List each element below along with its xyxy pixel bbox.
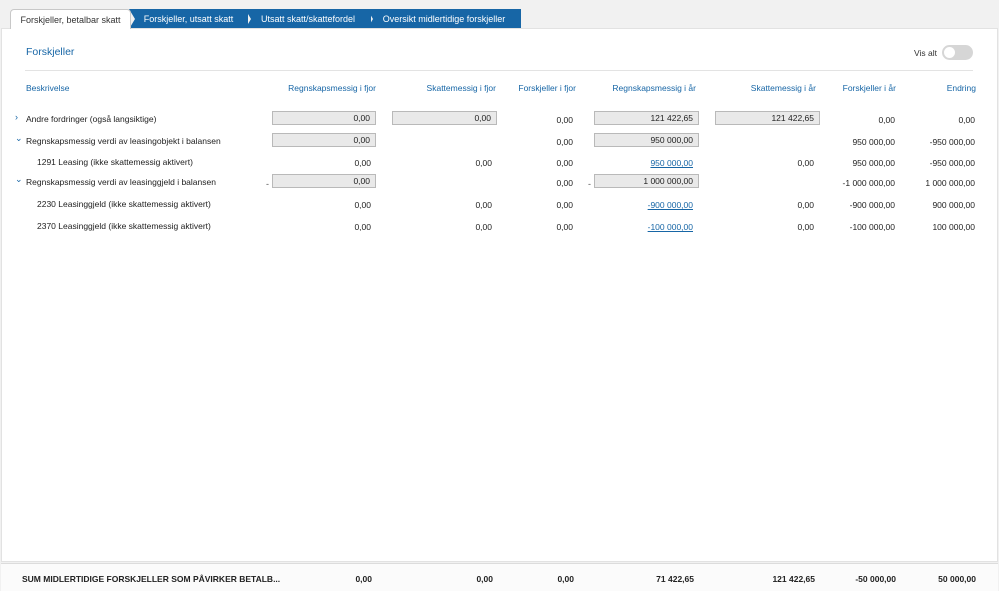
tab-bar: Forskjeller, betalbar skatt Forskjeller,… (0, 0, 999, 29)
value-endring: -950 000,00 (929, 158, 975, 168)
input-regnskapsmessig-aar[interactable]: 121 422,65 (594, 111, 699, 125)
col-header-endring[interactable]: Endring (896, 83, 976, 93)
sum-skattemessig-aar: 121 422,65 (772, 574, 815, 584)
value-skattemessig-aar: 0,00 (797, 158, 814, 168)
value-forskjeller-aar: 0,00 (878, 115, 895, 125)
value-regnskapsmessig-fjor: 0,00 (354, 200, 371, 210)
value-forskjeller-aar: 950 000,00 (852, 158, 895, 168)
row-description: 2370 Leasinggjeld (ikke skattemessig akt… (37, 221, 211, 231)
sum-forskjeller-aar: -50 000,00 (855, 574, 896, 584)
col-header-regnskapsmessig-fjor[interactable]: Regnskapsmessig i fjor (256, 83, 376, 93)
value-forskjeller-fjor: 0,00 (556, 222, 573, 232)
link-regnskapsmessig-aar[interactable]: 950 000,00 (650, 158, 693, 168)
value-skattemessig-fjor: 0,00 (475, 200, 492, 210)
value-forskjeller-fjor: 0,00 (556, 137, 573, 147)
differences-panel: Forskjeller Vis alt Beskrivelse Regnskap… (1, 28, 998, 562)
value-forskjeller-aar: -900 000,00 (849, 200, 895, 210)
chevron-right-icon[interactable]: › (15, 112, 18, 122)
input-regnskapsmessig-aar[interactable]: 950 000,00 (594, 133, 699, 147)
value-endring: 900 000,00 (932, 200, 975, 210)
value-regnskapsmessig-fjor: 0,00 (354, 158, 371, 168)
col-header-regnskapsmessig-aar[interactable]: Regnskapsmessig i år (576, 83, 696, 93)
vis-alt-toggle[interactable] (942, 45, 973, 60)
vis-alt-label: Vis alt (914, 48, 937, 58)
sum-regnskapsmessig-aar: 71 422,65 (656, 574, 694, 584)
row-description: Andre fordringer (også langsiktige) (26, 114, 157, 124)
sum-forskjeller-fjor: 0,00 (557, 574, 574, 584)
negative-sign: - (588, 179, 591, 189)
value-forskjeller-aar: 950 000,00 (852, 137, 895, 147)
link-regnskapsmessig-aar[interactable]: -100 000,00 (648, 222, 693, 232)
tab-utsatt-skatt-skattefordel[interactable]: Utsatt skatt/skattefordel (245, 9, 371, 29)
sum-skattemessig-fjor: 0,00 (476, 574, 493, 584)
row-description: 1291 Leasing (ikke skattemessig aktivert… (37, 157, 193, 167)
value-endring: 100 000,00 (932, 222, 975, 232)
sum-regnskapsmessig-fjor: 0,00 (355, 574, 372, 584)
value-forskjeller-fjor: 0,00 (556, 115, 573, 125)
negative-sign: - (266, 179, 269, 189)
value-skattemessig-aar: 0,00 (797, 222, 814, 232)
value-regnskapsmessig-fjor: 0,00 (354, 222, 371, 232)
value-endring: 1 000 000,00 (925, 178, 975, 188)
value-forskjeller-fjor: 0,00 (556, 178, 573, 188)
value-forskjeller-fjor: 0,00 (556, 200, 573, 210)
tab-oversikt-midlertidige-forskjeller[interactable]: Oversikt midlertidige forskjeller (367, 9, 521, 29)
chevron-down-icon[interactable]: ⌄ (15, 133, 23, 144)
col-header-beskrivelse[interactable]: Beskrivelse (26, 83, 69, 93)
tab-forskjeller-betalbar-skatt[interactable]: Forskjeller, betalbar skatt (10, 9, 131, 29)
value-forskjeller-aar: -1 000 000,00 (842, 178, 895, 188)
value-skattemessig-fjor: 0,00 (475, 222, 492, 232)
input-skattemessig-aar[interactable]: 121 422,65 (715, 111, 820, 125)
input-skattemessig-fjor[interactable]: 0,00 (392, 111, 497, 125)
input-regnskapsmessig-aar[interactable]: 1 000 000,00 (594, 174, 699, 188)
panel-title: Forskjeller (26, 46, 75, 58)
tab-forskjeller-utsatt-skatt[interactable]: Forskjeller, utsatt skatt (129, 9, 248, 29)
col-header-skattemessig-fjor[interactable]: Skattemessig i fjor (376, 83, 496, 93)
sum-endring: 50 000,00 (938, 574, 976, 584)
chevron-down-icon[interactable]: ⌄ (15, 174, 23, 185)
value-endring: 0,00 (958, 115, 975, 125)
input-regnskapsmessig-fjor[interactable]: 0,00 (272, 133, 376, 147)
value-forskjeller-fjor: 0,00 (556, 158, 573, 168)
sum-label: SUM MIDLERTIDIGE FORSKJELLER SOM PÅVIRKE… (22, 574, 281, 584)
sum-footer: SUM MIDLERTIDIGE FORSKJELLER SOM PÅVIRKE… (1, 563, 998, 591)
toggle-knob (944, 47, 955, 58)
input-regnskapsmessig-fjor[interactable]: 0,00 (272, 174, 376, 188)
col-header-forskjeller-aar[interactable]: Forskjeller i år (816, 83, 896, 93)
row-description: Regnskapsmessig verdi av leasingobjekt i… (26, 136, 221, 146)
row-description: Regnskapsmessig verdi av leasinggjeld i … (26, 177, 216, 187)
col-header-skattemessig-aar[interactable]: Skattemessig i år (696, 83, 816, 93)
title-divider (25, 70, 973, 71)
value-skattemessig-fjor: 0,00 (475, 158, 492, 168)
value-forskjeller-aar: -100 000,00 (849, 222, 895, 232)
col-header-forskjeller-fjor[interactable]: Forskjeller i fjor (496, 83, 576, 93)
value-endring: -950 000,00 (929, 137, 975, 147)
input-regnskapsmessig-fjor[interactable]: 0,00 (272, 111, 376, 125)
value-skattemessig-aar: 0,00 (797, 200, 814, 210)
link-regnskapsmessig-aar[interactable]: -900 000,00 (648, 200, 693, 210)
row-description: 2230 Leasinggjeld (ikke skattemessig akt… (37, 199, 211, 209)
